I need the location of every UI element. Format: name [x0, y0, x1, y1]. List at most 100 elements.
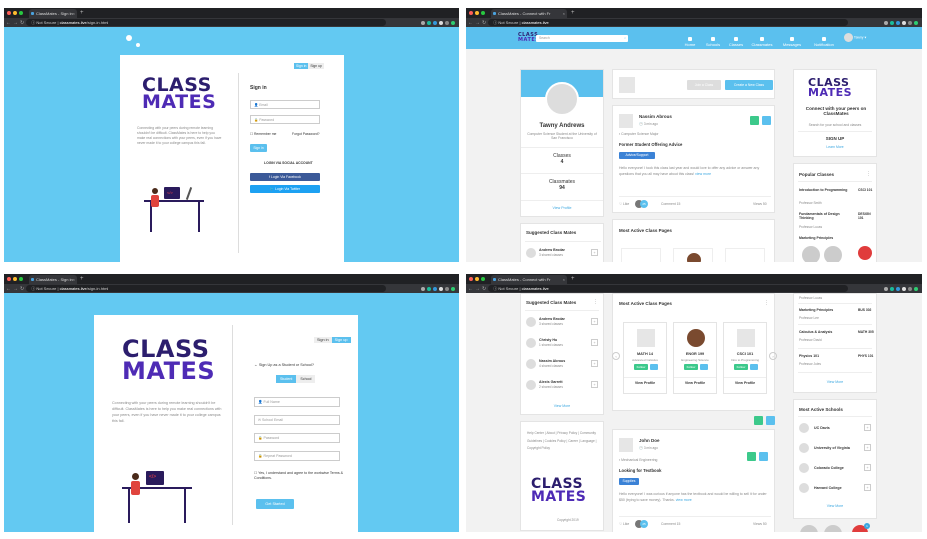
- back-icon[interactable]: ←: [6, 20, 11, 26]
- comment-button[interactable]: Comment 15: [661, 202, 680, 206]
- forward-icon[interactable]: →: [475, 286, 480, 292]
- toggle-signin[interactable]: Sign in: [294, 63, 309, 69]
- view-more-link[interactable]: View More: [794, 380, 876, 384]
- url-field[interactable]: ⓘ Not Secure | classmates.live/sign-in.h…: [26, 285, 387, 292]
- view-profile-link[interactable]: View Profile: [624, 377, 666, 385]
- nav-messages[interactable]: Messages: [780, 37, 804, 47]
- promo-signup-link[interactable]: SIGN UP: [794, 136, 876, 141]
- nav-classmates[interactable]: Classmates: [750, 37, 774, 47]
- class-page-card[interactable]: [673, 248, 713, 262]
- view-profile-link[interactable]: View Profile: [724, 377, 766, 385]
- browser-tab[interactable]: ClassMates - Sign in ×: [29, 9, 77, 18]
- close-tab-icon[interactable]: ×: [73, 9, 75, 18]
- add-button[interactable]: +: [864, 444, 871, 451]
- create-class-button[interactable]: Create a New Class: [725, 80, 773, 90]
- signin-button[interactable]: Sign in: [250, 144, 267, 152]
- carousel-prev-icon[interactable]: ‹: [612, 352, 620, 360]
- more-icon[interactable]: ⋮: [866, 171, 871, 177]
- class-page-card[interactable]: [725, 248, 765, 262]
- back-icon[interactable]: ←: [6, 286, 11, 292]
- reload-icon[interactable]: ↻: [482, 286, 486, 292]
- window-controls[interactable]: [469, 277, 485, 281]
- facebook-login-button[interactable]: f Login Via Facebook: [250, 173, 320, 181]
- add-user-button[interactable]: +: [591, 360, 598, 367]
- extension-icons[interactable]: [884, 286, 918, 291]
- reload-icon[interactable]: ↻: [20, 286, 24, 292]
- close-tab-icon[interactable]: ×: [563, 275, 565, 284]
- post-tag[interactable]: Supplies: [619, 478, 639, 485]
- forgot-password-link[interactable]: Forgot Password?: [292, 132, 320, 136]
- new-tab-icon[interactable]: +: [80, 274, 84, 284]
- forward-icon[interactable]: →: [475, 20, 480, 26]
- message-icon[interactable]: [750, 364, 758, 370]
- popular-class-name[interactable]: Marketing Principles: [799, 308, 833, 312]
- window-controls[interactable]: [7, 277, 23, 281]
- user-menu[interactable]: Tawny ▾: [844, 33, 866, 42]
- message-icon[interactable]: [759, 452, 768, 461]
- join-class-button[interactable]: Join a Class: [687, 80, 721, 90]
- close-tab-icon[interactable]: ×: [563, 9, 565, 18]
- footer-links[interactable]: Help Center | About | Privacy Policy | C…: [527, 430, 601, 453]
- view-more-link[interactable]: View More: [521, 404, 603, 408]
- password-field[interactable]: 🔒 Password: [250, 115, 320, 124]
- extension-icons[interactable]: [421, 286, 455, 291]
- follow-icon[interactable]: [750, 116, 759, 125]
- profile-avatar[interactable]: [545, 82, 579, 116]
- follow-icon[interactable]: [754, 416, 763, 425]
- full-name-field[interactable]: 👤 Full Name: [254, 397, 340, 407]
- message-icon[interactable]: [700, 364, 708, 370]
- post-author[interactable]: Nassim Abrous: [639, 114, 672, 119]
- class-page-card[interactable]: [621, 248, 661, 262]
- view-more-link[interactable]: view more: [695, 172, 711, 176]
- new-tab-icon[interactable]: +: [571, 8, 575, 18]
- nav-notification[interactable]: Notification: [810, 37, 838, 47]
- nav-home[interactable]: Home: [678, 37, 702, 47]
- back-arrow-icon[interactable]: ←: [254, 363, 258, 367]
- back-icon[interactable]: ←: [468, 286, 473, 292]
- add-user-button[interactable]: +: [591, 381, 598, 388]
- browser-tab[interactable]: ClassMates - Sign in ×: [29, 275, 77, 284]
- browser-tab[interactable]: ClassMates - Connect with Fr ×: [491, 9, 567, 18]
- follow-button[interactable]: Follow: [684, 364, 698, 370]
- class-page-card[interactable]: ENGR 199 Engineering Science Follow View…: [673, 322, 717, 394]
- message-icon[interactable]: [650, 364, 658, 370]
- extension-icons[interactable]: [421, 20, 455, 25]
- like-button[interactable]: ♡ Like: [619, 522, 629, 526]
- view-more-link[interactable]: View More: [794, 504, 876, 508]
- password-field[interactable]: 🔒 Password: [254, 433, 340, 443]
- repeat-password-field[interactable]: 🔒 Repeat Password: [254, 451, 340, 461]
- extension-icons[interactable]: [884, 20, 918, 25]
- window-controls[interactable]: [469, 11, 485, 15]
- post-author[interactable]: John Doe: [639, 438, 660, 443]
- toggle-signin[interactable]: Sign in: [314, 337, 332, 343]
- add-user-button[interactable]: +: [591, 318, 598, 325]
- chat-icon[interactable]: [858, 246, 872, 260]
- more-icon[interactable]: ⋮: [593, 299, 598, 305]
- follow-icon[interactable]: [747, 452, 756, 461]
- forward-icon[interactable]: →: [13, 20, 18, 26]
- view-profile-link[interactable]: View Profile: [674, 377, 716, 385]
- window-controls[interactable]: [7, 11, 23, 15]
- more-icon[interactable]: ⋮: [764, 300, 769, 306]
- add-user-button[interactable]: +: [591, 339, 598, 346]
- carousel-next-icon[interactable]: ›: [769, 352, 777, 360]
- add-button[interactable]: +: [864, 424, 871, 431]
- get-started-button[interactable]: Get Started: [256, 499, 294, 509]
- search-icon[interactable]: ⌕: [624, 35, 626, 42]
- terms-checkbox[interactable]: ☐ Yes, I understand and agree to the wor…: [254, 471, 344, 482]
- view-profile-link[interactable]: View Profile: [521, 200, 603, 210]
- forward-icon[interactable]: →: [13, 286, 18, 292]
- toggle-signup[interactable]: Sign up: [331, 337, 351, 343]
- popular-class-name[interactable]: Fundamentals of Design Thinking: [799, 212, 849, 220]
- url-field[interactable]: ⓘ Not Secure | classmates.live: [488, 285, 849, 292]
- reload-icon[interactable]: ↻: [20, 20, 24, 26]
- school-email-field[interactable]: ✉ School Email: [254, 415, 340, 425]
- add-user-button[interactable]: +: [591, 249, 598, 256]
- back-icon[interactable]: ←: [468, 20, 473, 26]
- new-tab-icon[interactable]: +: [571, 274, 575, 284]
- classmates-stat[interactable]: Classmates 94: [521, 173, 603, 191]
- popular-class-name[interactable]: Calculus & Analysis: [799, 330, 832, 334]
- learn-more-link[interactable]: Learn More: [794, 145, 876, 149]
- close-tab-icon[interactable]: ×: [73, 275, 75, 284]
- nav-classes[interactable]: Classes: [724, 37, 748, 47]
